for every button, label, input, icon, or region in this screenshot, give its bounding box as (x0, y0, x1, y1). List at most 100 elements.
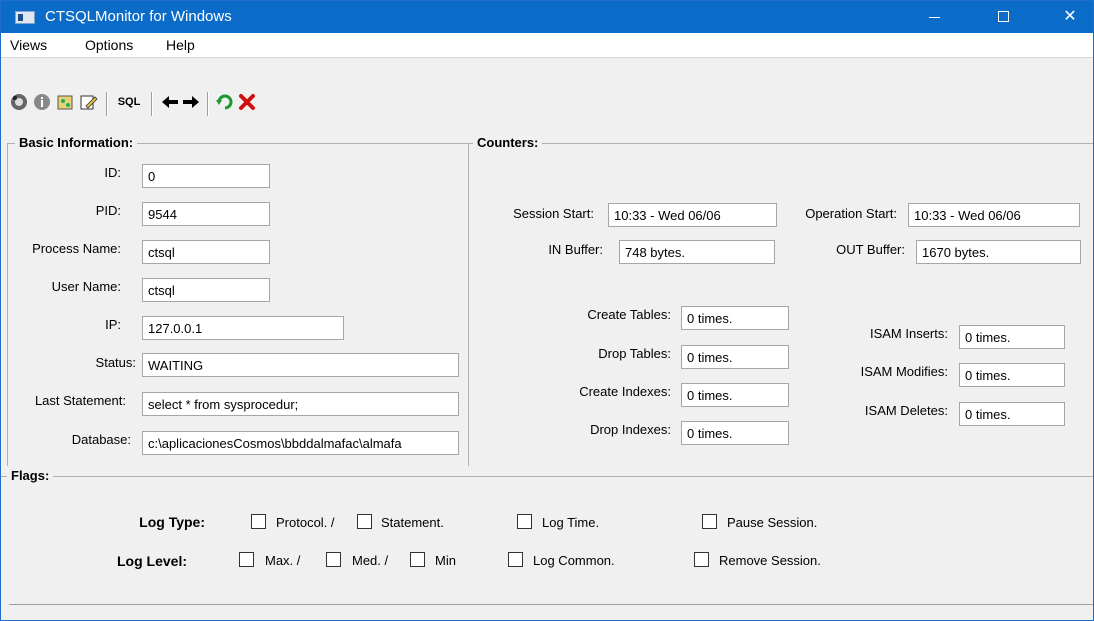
max-label: Max. / (265, 553, 301, 568)
log-common-checkbox[interactable] (508, 552, 523, 567)
out-buffer-field[interactable]: 1670 bytes. (916, 240, 1081, 264)
close-button[interactable]: ✕ (1047, 1, 1093, 33)
forward-arrow-icon (183, 96, 199, 108)
operation-start-label: Operation Start: (805, 206, 897, 221)
minimize-button[interactable] (911, 1, 957, 33)
pid-label: PID: (95, 203, 121, 218)
sql-icon: SQL (117, 96, 141, 108)
info-button[interactable] (32, 92, 52, 112)
menu-options-label: Options (85, 37, 134, 53)
pid-field[interactable]: 9544 (142, 202, 270, 226)
basic-info-group (7, 143, 468, 466)
minimize-icon (929, 17, 940, 18)
log-level-label: Log Level: (116, 553, 187, 569)
isam-modifies-label: ISAM Modifies: (860, 364, 948, 379)
drop-tables-label: Drop Tables: (598, 346, 671, 361)
counters-title: Counters: (473, 135, 543, 150)
ip-field[interactable]: 127.0.0.1 (142, 316, 344, 340)
database-label: Database: (71, 432, 131, 447)
remove-session-label: Remove Session. (719, 553, 821, 568)
log-time-label: Log Time. (542, 515, 600, 530)
menu-bar: Views Options Help (1, 33, 1093, 58)
session-start-field[interactable]: 10:33 - Wed 06/06 (608, 203, 777, 227)
sql-button[interactable]: SQL (115, 92, 143, 112)
operation-start-field[interactable]: 10:33 - Wed 06/06 (908, 203, 1080, 227)
drop-indexes-field[interactable]: 0 times. (681, 421, 789, 445)
menu-views[interactable]: Views (10, 37, 47, 53)
med-label: Med. / (352, 553, 389, 568)
edit-icon (80, 95, 98, 110)
toolbar-separator (207, 92, 209, 116)
min-checkbox[interactable] (410, 552, 425, 567)
window-title: CTSQLMonitor for Windows (45, 8, 232, 25)
back-button[interactable] (160, 92, 180, 112)
remove-session-checkbox[interactable] (694, 552, 709, 567)
last-statement-field[interactable]: select * from sysprocedur; (142, 392, 459, 416)
maximize-button[interactable] (981, 1, 1027, 33)
log-common-label: Log Common. (533, 553, 615, 568)
drop-tables-field[interactable]: 0 times. (681, 345, 789, 369)
basic-info-title: Basic Information: (15, 135, 138, 150)
title-bar[interactable]: CTSQLMonitor for Windows ✕ (1, 1, 1093, 33)
ip-label: IP: (105, 317, 121, 332)
protocol-label: Protocol. / (276, 515, 335, 530)
edit-button[interactable] (78, 92, 98, 112)
create-tables-label: Create Tables: (587, 307, 671, 322)
user-name-field[interactable]: ctsql (142, 278, 270, 302)
menu-options[interactable]: Options (85, 37, 133, 53)
min-label: Min (435, 553, 456, 568)
drop-indexes-label: Drop Indexes: (590, 422, 671, 437)
close-icon: ✕ (1063, 8, 1077, 25)
user-name-label: User Name: (51, 279, 121, 294)
last-statement-label: Last Statement: (34, 393, 126, 408)
delete-icon (239, 94, 255, 110)
sessions-icon (57, 95, 73, 110)
isam-inserts-label: ISAM Inserts: (869, 326, 948, 341)
statement-checkbox[interactable] (357, 514, 372, 529)
out-buffer-label: OUT Buffer: (836, 242, 905, 257)
in-buffer-label: IN Buffer: (548, 242, 603, 257)
menu-help[interactable]: Help (166, 37, 195, 53)
refresh-button[interactable] (215, 92, 235, 112)
statement-label: Statement. (381, 515, 444, 530)
status-field[interactable]: WAITING (142, 353, 459, 377)
isam-deletes-label: ISAM Deletes: (864, 403, 948, 418)
process-name-field[interactable]: ctsql (142, 240, 270, 264)
med-checkbox[interactable] (326, 552, 341, 567)
maximize-icon (998, 11, 1009, 22)
protocol-checkbox[interactable] (251, 514, 266, 529)
menu-help-label: Help (166, 37, 195, 53)
flags-group (1, 476, 1093, 604)
sessions-button[interactable] (55, 92, 75, 112)
refresh-icon (216, 94, 233, 110)
status-label: Status: (95, 355, 136, 370)
max-checkbox[interactable] (239, 552, 254, 567)
isam-deletes-field[interactable]: 0 times. (959, 402, 1065, 426)
pause-session-label: Pause Session. (727, 515, 818, 530)
log-type-label: Log Type: (139, 514, 205, 530)
database-field[interactable]: c:\aplicacionesCosmos\bbddalmafac\almafa (142, 431, 459, 455)
create-indexes-field[interactable]: 0 times. (681, 383, 789, 407)
info-icon (34, 94, 50, 110)
process-name-label: Process Name: (32, 241, 121, 256)
id-field[interactable]: 0 (142, 164, 270, 188)
create-tables-field[interactable]: 0 times. (681, 306, 789, 330)
menu-views-label: Views (10, 37, 48, 53)
toolbar: SQL (1, 58, 1093, 124)
session-start-label: Session Start: (513, 206, 594, 221)
status-bar-divider (9, 604, 1093, 605)
connect-button[interactable] (9, 92, 29, 112)
log-time-checkbox[interactable] (517, 514, 532, 529)
isam-modifies-field[interactable]: 0 times. (959, 363, 1065, 387)
toolbar-separator (151, 92, 153, 116)
pause-session-checkbox[interactable] (702, 514, 717, 529)
toolbar-separator (106, 92, 108, 116)
in-buffer-field[interactable]: 748 bytes. (619, 240, 775, 264)
connect-icon (11, 94, 27, 110)
id-label: ID: (104, 165, 121, 180)
app-icon (15, 11, 35, 24)
forward-button[interactable] (181, 92, 201, 112)
back-arrow-icon (162, 96, 178, 108)
isam-inserts-field[interactable]: 0 times. (959, 325, 1065, 349)
delete-button[interactable] (237, 92, 257, 112)
